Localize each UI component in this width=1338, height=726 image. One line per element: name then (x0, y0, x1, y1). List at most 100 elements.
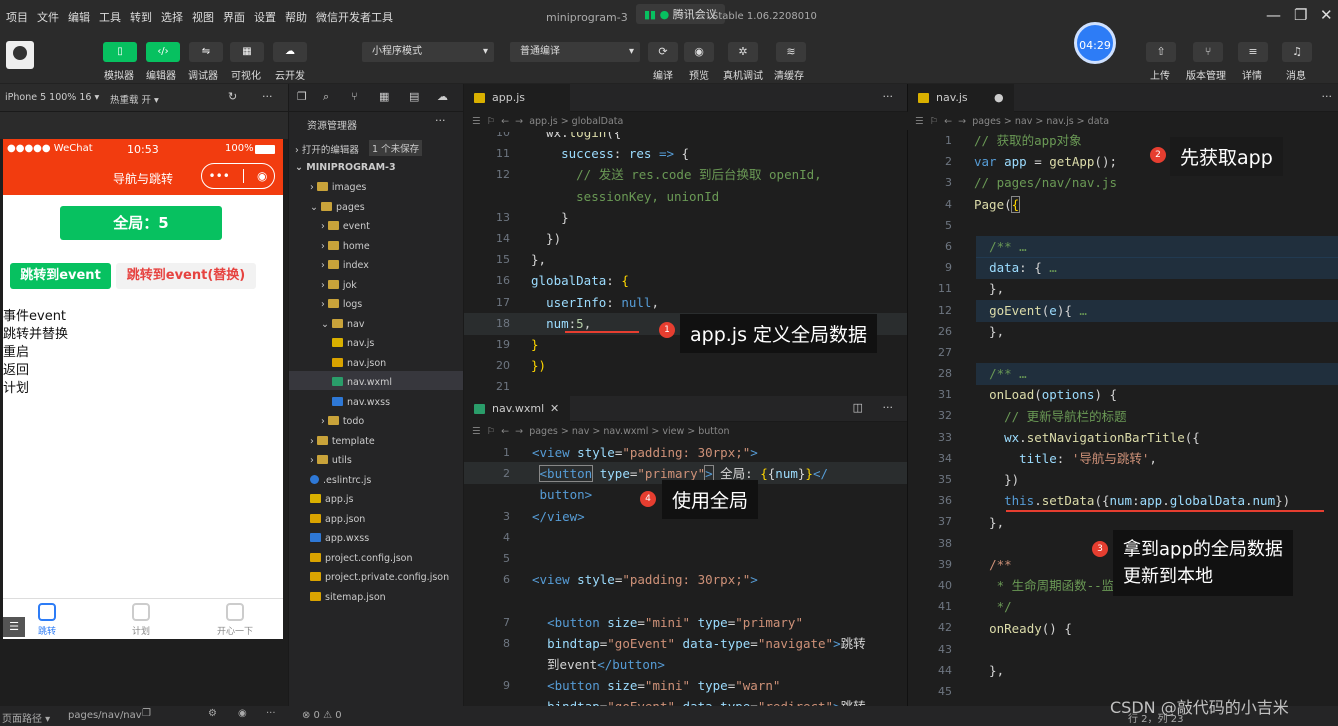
back-icon[interactable]: ← (501, 116, 509, 127)
capsule-menu[interactable]: ••• ◉ (201, 163, 275, 189)
copy-icon[interactable]: ❐ (142, 708, 151, 719)
close-icon[interactable]: ✕ (1320, 6, 1333, 24)
project-root[interactable]: ⌄ MINIPROGRAM-3 (295, 162, 396, 173)
tree-item-nav-js[interactable]: nav.js (332, 338, 374, 349)
tree-item-pages[interactable]: ⌄ pages (310, 201, 365, 213)
eye-small-icon[interactable]: ◉ (238, 708, 247, 719)
chevron-icon[interactable]: › (310, 436, 317, 447)
global-button[interactable]: 全局：5 (60, 206, 222, 240)
refresh-icon[interactable]: ⟳ (648, 42, 678, 62)
forward-icon[interactable]: → (515, 116, 523, 127)
link-replace[interactable]: 跳转并替换 (3, 323, 68, 342)
layers-icon[interactable]: ≋ (776, 42, 806, 62)
version-manage-button[interactable]: 版本管理 (1186, 67, 1226, 82)
unsaved-dot-icon[interactable]: ● (994, 84, 1004, 112)
extensions-icon[interactable]: ▦ (379, 90, 389, 103)
tree-item-app-json[interactable]: app.json (310, 513, 365, 525)
chevron-icon[interactable]: › (321, 260, 328, 271)
debugger-button[interactable]: 调试器 (188, 67, 218, 82)
tree-item-todo[interactable]: › todo (321, 416, 364, 427)
bell-icon[interactable]: ♫ (1282, 42, 1312, 62)
tree-item-app-js[interactable]: app.js (310, 494, 354, 505)
menu-item[interactable]: 项目 (6, 9, 28, 25)
tree-item-index[interactable]: › index (321, 260, 369, 271)
event-button[interactable]: 跳转到event (10, 263, 111, 289)
tab-plan[interactable]: 计划 (101, 603, 181, 637)
chevron-icon[interactable]: ⌄ (321, 319, 332, 330)
details-button[interactable]: 详情 (1242, 67, 1262, 82)
back-icon[interactable]: ← (501, 426, 509, 437)
tree-item-logs[interactable]: › logs (321, 299, 362, 310)
upload-button[interactable]: 上传 (1150, 67, 1170, 82)
menu-item[interactable]: 微信开发者工具 (316, 9, 393, 25)
avatar[interactable] (6, 41, 34, 69)
menu-item[interactable]: 选择 (161, 9, 183, 25)
editor-more-icon[interactable]: ··· (1322, 90, 1333, 103)
menu-item[interactable]: 帮助 (285, 9, 307, 25)
bug-icon[interactable]: ✲ (728, 42, 758, 62)
hot-reload-select[interactable]: 热重载 开 ▾ (110, 92, 159, 106)
tree-item-jok[interactable]: › jok (321, 279, 357, 291)
chevron-icon[interactable]: ⌄ (310, 202, 321, 213)
tree-item-eslintrc-js[interactable]: .eslintrc.js (310, 474, 371, 486)
page-path-label[interactable]: 页面路径 ▾ (2, 710, 50, 725)
close-target-icon[interactable]: ◉ (257, 169, 267, 183)
debug-icon[interactable]: ⇋ (189, 42, 223, 62)
tree-item-project-private-config-json[interactable]: project.private.config.json (310, 572, 449, 583)
list-icon[interactable]: ☰ (472, 426, 481, 437)
chevron-icon[interactable]: › (310, 182, 317, 193)
tree-item-project-config-json[interactable]: project.config.json (310, 552, 413, 564)
forward-icon[interactable]: → (515, 426, 523, 437)
tree-item-nav-wxss[interactable]: nav.wxss (332, 396, 390, 408)
replace-button[interactable]: 跳转到event(替换) (116, 263, 256, 289)
mode-select[interactable]: 小程序模式 (362, 42, 494, 62)
maximize-icon[interactable]: ❐ (1294, 6, 1307, 24)
editor-more-icon[interactable]: ··· (883, 90, 894, 103)
footer-more-icon[interactable]: ··· (266, 708, 276, 719)
forward-icon[interactable]: → (958, 116, 966, 127)
device-select[interactable]: iPhone 5 100% 16 ▾ (5, 92, 99, 103)
minimize-icon[interactable]: — (1266, 6, 1281, 24)
more-dots-icon[interactable]: ••• (209, 169, 230, 183)
menu-item[interactable]: 转到 (130, 9, 152, 25)
bookmark-icon[interactable]: ⚐ (487, 116, 496, 127)
search-icon[interactable]: ⌕ (323, 90, 329, 104)
layout-icon[interactable]: ▦ (230, 42, 264, 62)
messages-button[interactable]: 消息 (1286, 67, 1306, 82)
source-control-icon[interactable]: ⑂ (351, 90, 358, 103)
rotate-icon[interactable]: ↻ (228, 90, 237, 103)
cloud-icon[interactable]: ☁ (273, 42, 307, 62)
explorer-more-icon[interactable]: ··· (435, 114, 446, 127)
clear-cache-button[interactable]: 清缓存 (774, 67, 804, 82)
code-icon[interactable]: ‹/› (146, 42, 180, 62)
link-back[interactable]: 返回 (3, 359, 29, 378)
tab-app-js[interactable]: app.js (464, 84, 570, 112)
preview-button[interactable]: 预览 (689, 67, 709, 82)
link-event[interactable]: 事件event (3, 305, 66, 324)
tree-item-event[interactable]: › event (321, 221, 370, 232)
menu-item[interactable]: 视图 (192, 9, 214, 25)
link-plan[interactable]: 计划 (3, 377, 29, 396)
close-tab-icon[interactable]: ✕ (550, 396, 559, 422)
app-js-editor[interactable]: 10 11 12 13 14 15 16 17 18 19 20 21 wx.login({ succ… (464, 132, 907, 394)
open-editors-toggle[interactable]: › 打开的编辑器 (295, 142, 359, 156)
simulator-button[interactable]: 模拟器 (104, 67, 134, 82)
tab-nav-js[interactable]: nav.js ● (908, 84, 1014, 112)
remote-debug-button[interactable]: 真机调试 (723, 67, 763, 82)
storage-icon[interactable]: ▤ (409, 90, 419, 103)
visual-button[interactable]: 可视化 (231, 67, 261, 82)
bookmark-icon[interactable]: ⚐ (930, 116, 939, 127)
more-icon[interactable]: ··· (262, 90, 273, 103)
nav-js-editor[interactable]: 1 2 3 4 5 6 9 11 12 26 27 28 31 32 33 34 35 36 37 38 39 40 41 4… (907, 130, 1338, 706)
cloud-small-icon[interactable]: ☁ (437, 90, 448, 103)
menu-item[interactable]: 设置 (254, 9, 276, 25)
menu-item[interactable]: 工具 (99, 9, 121, 25)
tree-item-template[interactable]: › template (310, 435, 375, 447)
bookmark-icon[interactable]: ⚐ (487, 426, 496, 437)
branch-icon[interactable]: ⑂ (1193, 42, 1223, 62)
tree-item-images[interactable]: › images (310, 182, 366, 193)
chevron-icon[interactable]: › (321, 221, 328, 232)
menu-icon[interactable]: ≡ (1238, 42, 1268, 62)
problems-count[interactable]: ⊗ 0 ⚠ 0 (302, 710, 342, 721)
settings-icon[interactable]: ⚙ (208, 708, 217, 719)
